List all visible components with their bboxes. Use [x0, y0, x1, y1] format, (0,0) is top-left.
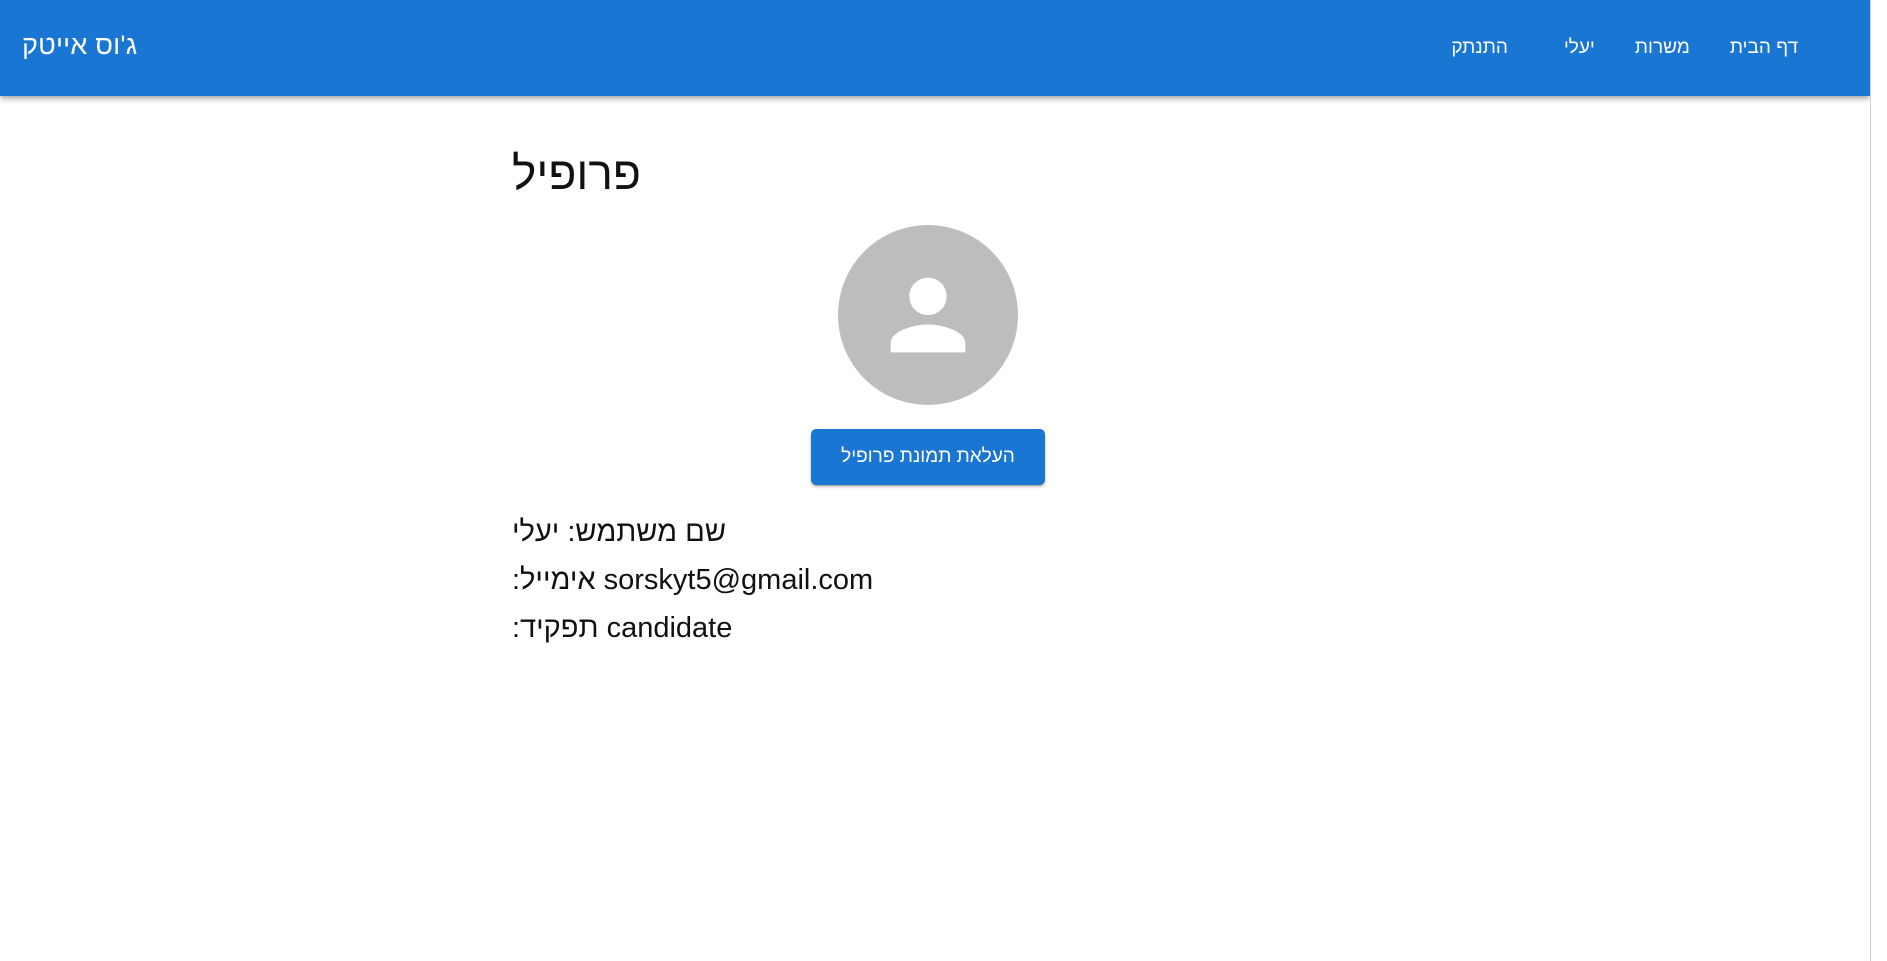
upload-profile-picture-button[interactable]: העלאת תמונת פרופיל: [811, 429, 1045, 485]
app-bar: ג'וס אייטק התנתק יעלי משרות דף הבית: [0, 0, 1870, 96]
email-line: אימייל: sorskyt5@gmail.com: [512, 564, 873, 597]
username-value: יעלי: [512, 516, 560, 548]
page-title: פרופיל: [512, 147, 641, 199]
role-line: תפקיד: candidate: [512, 612, 732, 645]
role-value: candidate: [606, 612, 733, 644]
top-nav: התנתק יעלי משרות דף הבית: [1405, 0, 1818, 96]
user-menu-button[interactable]: יעלי: [1544, 27, 1615, 69]
logout-button[interactable]: התנתק: [1431, 27, 1528, 69]
username-label: שם משתמש:: [567, 516, 726, 548]
person-icon: [890, 277, 966, 353]
jobs-nav-button[interactable]: משרות: [1615, 27, 1710, 69]
email-label: אימייל:: [512, 564, 596, 596]
role-label: תפקיד:: [512, 612, 599, 644]
username-line: שם משתמש: יעלי: [512, 516, 726, 549]
app-root: ג'וס אייטק התנתק יעלי משרות דף הבית פרופ…: [0, 0, 1887, 961]
brand-title[interactable]: ג'וס אייטק: [22, 30, 137, 61]
email-value: sorskyt5@gmail.com: [603, 564, 874, 596]
home-nav-button[interactable]: דף הבית: [1710, 27, 1818, 69]
window-edge: [1870, 0, 1887, 961]
avatar: [838, 225, 1018, 405]
